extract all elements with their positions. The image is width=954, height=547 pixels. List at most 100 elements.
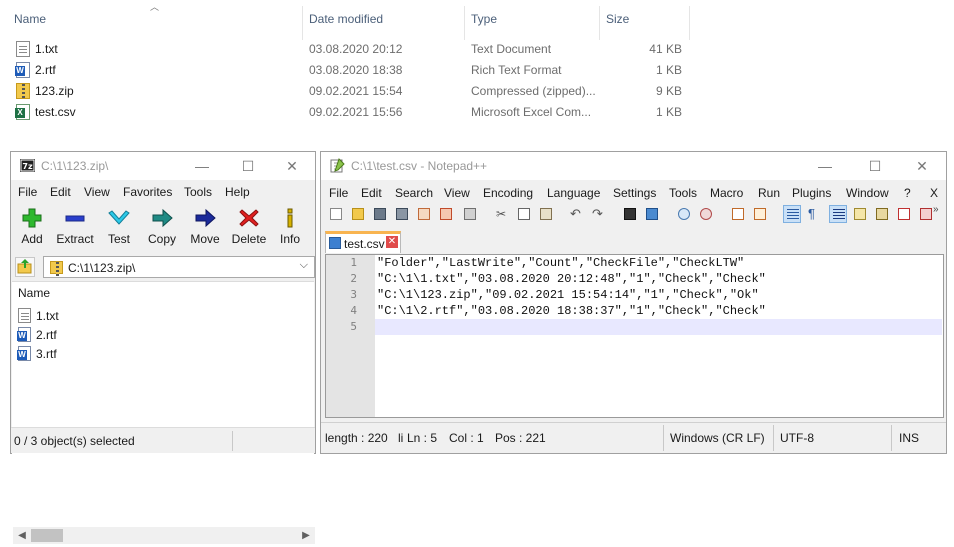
scroll-right-icon[interactable]: ▶ bbox=[298, 528, 314, 543]
maximize-button[interactable]: ☐ bbox=[852, 152, 898, 180]
file-row[interactable]: 123.zip 09.02.2021 15:54 Compressed (zip… bbox=[0, 81, 700, 102]
file-type: Rich Text Format bbox=[471, 63, 562, 77]
cut-button[interactable]: ✂ bbox=[493, 205, 511, 223]
test-button[interactable]: Test bbox=[97, 202, 141, 250]
text-editor[interactable]: 1 2 3 4 5 "Folder","LastWrite","Count","… bbox=[325, 254, 944, 418]
replace-button[interactable] bbox=[643, 205, 661, 223]
menu-tools[interactable]: Tools bbox=[184, 185, 212, 199]
zoom-in-button[interactable] bbox=[675, 205, 693, 223]
delete-button[interactable]: Delete bbox=[227, 202, 271, 250]
redo-button[interactable]: ↷ bbox=[589, 205, 607, 223]
close-all-button[interactable] bbox=[437, 205, 455, 223]
column-divider[interactable] bbox=[689, 6, 690, 40]
info-button[interactable]: Info bbox=[271, 202, 309, 250]
file-row[interactable]: 1.txt 03.08.2020 20:12 Text Document 41 … bbox=[0, 39, 700, 60]
menu-plugins[interactable]: Plugins bbox=[792, 186, 831, 200]
save-all-button[interactable] bbox=[393, 205, 411, 223]
close-document-menu[interactable]: X bbox=[930, 186, 938, 200]
chevron-down-icon[interactable]: ⌵ bbox=[300, 259, 308, 272]
column-name-header[interactable]: Name bbox=[18, 286, 50, 300]
scrollbar-thumb[interactable] bbox=[31, 529, 63, 542]
document-map-button[interactable] bbox=[851, 205, 869, 223]
title-bar[interactable]: 7z C:\1\123.zip\ — ☐ ✕ bbox=[11, 152, 315, 180]
menu-encoding[interactable]: Encoding bbox=[483, 186, 533, 200]
title-bar[interactable]: C:\1\test.csv - Notepad++ — ☐ ✕ bbox=[321, 152, 946, 180]
menu-run[interactable]: Run bbox=[758, 186, 780, 200]
file-row[interactable]: test.csv 09.02.2021 15:56 Microsoft Exce… bbox=[0, 102, 700, 123]
column-type-header[interactable]: Type bbox=[471, 12, 497, 26]
maximize-button[interactable]: ☐ bbox=[225, 152, 271, 180]
list-item[interactable]: 2.rtf bbox=[17, 325, 218, 344]
menu-file[interactable]: File bbox=[329, 186, 348, 200]
menu-settings[interactable]: Settings bbox=[613, 186, 656, 200]
item-name: 1.txt bbox=[36, 309, 59, 323]
toolbar-overflow-icon[interactable]: » bbox=[933, 204, 939, 215]
scroll-left-icon[interactable]: ◀ bbox=[14, 528, 30, 543]
up-folder-button[interactable] bbox=[15, 257, 35, 277]
menu-help[interactable]: Help bbox=[225, 185, 250, 199]
column-name-header[interactable]: Name bbox=[14, 12, 46, 26]
undo-icon: ↶ bbox=[570, 206, 581, 221]
copy-button[interactable] bbox=[515, 205, 533, 223]
file-name: 1.txt bbox=[35, 42, 58, 56]
column-divider[interactable] bbox=[302, 6, 303, 40]
copy-button[interactable]: Copy bbox=[141, 202, 183, 250]
status-eol[interactable]: Windows (CR LF) bbox=[670, 431, 765, 445]
status-bar: 0 / 3 object(s) selected bbox=[11, 427, 315, 453]
menu-search[interactable]: Search bbox=[395, 186, 433, 200]
zoom-out-button[interactable] bbox=[697, 205, 715, 223]
close-tab-icon[interactable]: ✕ bbox=[386, 236, 398, 248]
close-all-icon bbox=[440, 208, 452, 220]
current-line-highlight bbox=[375, 319, 942, 335]
menu-language[interactable]: Language bbox=[547, 186, 600, 200]
minimize-button[interactable]: — bbox=[179, 152, 225, 180]
extract-button[interactable]: Extract bbox=[53, 202, 97, 250]
menu-edit[interactable]: Edit bbox=[50, 185, 71, 199]
status-insert-mode[interactable]: INS bbox=[899, 431, 919, 445]
word-document-icon bbox=[15, 62, 30, 78]
status-encoding[interactable]: UTF-8 bbox=[780, 431, 814, 445]
save-button[interactable] bbox=[371, 205, 389, 223]
file-row[interactable]: 2.rtf 03.08.2020 18:38 Rich Text Format … bbox=[0, 60, 700, 81]
menu-view[interactable]: View bbox=[444, 186, 470, 200]
column-date-header[interactable]: Date modified bbox=[309, 12, 383, 26]
find-button[interactable] bbox=[621, 205, 639, 223]
column-size-header[interactable]: Size bbox=[606, 12, 629, 26]
path-combobox[interactable]: C:\1\123.zip\ ⌵ bbox=[43, 256, 315, 278]
move-button[interactable]: Move bbox=[183, 202, 227, 250]
list-item[interactable]: 1.txt bbox=[18, 306, 218, 325]
indent-guide-button[interactable] bbox=[829, 205, 847, 223]
print-button[interactable] bbox=[461, 205, 479, 223]
paste-button[interactable] bbox=[537, 205, 555, 223]
show-all-characters-button[interactable]: ¶ bbox=[805, 205, 823, 223]
sync-vertical-button[interactable] bbox=[729, 205, 747, 223]
column-divider[interactable] bbox=[599, 6, 600, 40]
minimize-button[interactable]: — bbox=[802, 152, 848, 180]
menu-window[interactable]: Window bbox=[846, 186, 889, 200]
menu-favorites[interactable]: Favorites bbox=[123, 185, 172, 199]
menu-help[interactable]: ? bbox=[904, 186, 911, 200]
horizontal-scrollbar[interactable]: ◀ ▶ bbox=[13, 527, 315, 544]
add-button[interactable]: Add bbox=[11, 202, 53, 250]
archive-file-list[interactable]: Name 1.txt 2.rtf 3.rtf ◀ ▶ bbox=[12, 281, 315, 547]
open-folder-icon bbox=[352, 208, 364, 220]
folder-workspace-button[interactable] bbox=[895, 205, 913, 223]
sync-horizontal-button[interactable] bbox=[751, 205, 769, 223]
copy-arrow-icon bbox=[152, 208, 173, 228]
word-wrap-button[interactable] bbox=[783, 205, 801, 223]
new-file-button[interactable] bbox=[327, 205, 345, 223]
open-file-button[interactable] bbox=[349, 205, 367, 223]
list-item[interactable]: 3.rtf bbox=[17, 344, 218, 363]
tab-test-csv[interactable]: test.csv ✕ bbox=[325, 231, 401, 253]
menu-edit[interactable]: Edit bbox=[361, 186, 382, 200]
menu-view[interactable]: View bbox=[84, 185, 110, 199]
close-button[interactable]: ✕ bbox=[899, 152, 945, 180]
close-file-button[interactable] bbox=[415, 205, 433, 223]
function-list-button[interactable] bbox=[873, 205, 891, 223]
close-button[interactable]: ✕ bbox=[269, 152, 315, 180]
column-divider[interactable] bbox=[464, 6, 465, 40]
menu-file[interactable]: File bbox=[18, 185, 37, 199]
menu-macro[interactable]: Macro bbox=[710, 186, 743, 200]
menu-tools[interactable]: Tools bbox=[669, 186, 697, 200]
undo-button[interactable]: ↶ bbox=[567, 205, 585, 223]
